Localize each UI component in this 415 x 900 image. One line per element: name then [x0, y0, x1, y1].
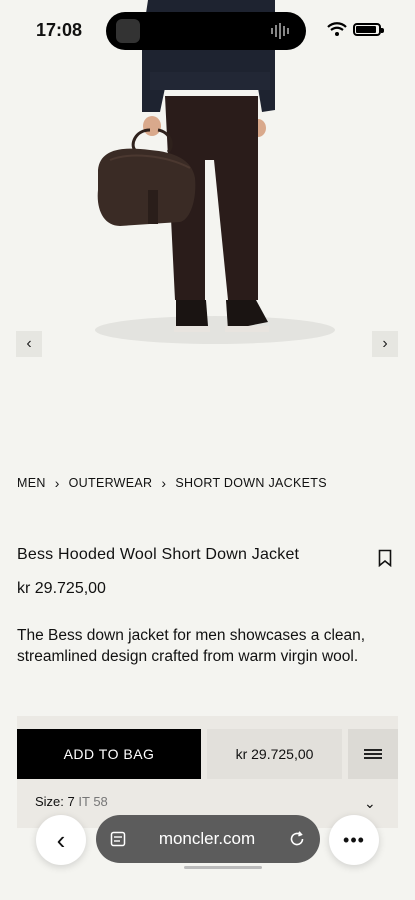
- chevron-left-icon: ‹: [26, 335, 32, 352]
- url-text[interactable]: moncler.com: [126, 829, 288, 849]
- wifi-icon: [327, 22, 347, 36]
- breadcrumb-item-short-down-jackets[interactable]: SHORT DOWN JACKETS: [175, 476, 326, 490]
- reload-icon[interactable]: [288, 830, 306, 848]
- breadcrumb-item-men[interactable]: MEN: [17, 476, 46, 490]
- tabs-icon[interactable]: [110, 831, 126, 847]
- now-playing-thumbnail: [116, 19, 140, 43]
- audio-wave-icon: [271, 23, 289, 39]
- product-image[interactable]: [0, 0, 415, 440]
- bookmark-icon[interactable]: [378, 549, 392, 567]
- chevron-right-icon: ›: [161, 475, 167, 491]
- options-menu-button[interactable]: [348, 729, 398, 779]
- carousel-prev-button[interactable]: ‹: [16, 331, 42, 357]
- browser-more-button[interactable]: •••: [329, 815, 379, 865]
- product-title: Bess Hooded Wool Short Down Jacket: [17, 546, 300, 563]
- product-description: The Bess down jacket for men showcases a…: [17, 627, 366, 665]
- chevron-right-icon: ›: [54, 475, 60, 491]
- size-label: Size:: [35, 794, 64, 809]
- dynamic-island: [106, 12, 306, 50]
- status-icons: [327, 22, 384, 36]
- chevron-right-icon: ›: [382, 335, 388, 352]
- address-bar[interactable]: moncler.com: [96, 815, 320, 863]
- add-to-bag-button[interactable]: ADD TO BAG: [17, 729, 201, 779]
- product-photo: [0, 0, 415, 440]
- size-value: 7: [67, 794, 75, 809]
- carousel-next-button[interactable]: ›: [372, 331, 398, 357]
- breadcrumb: MEN › OUTERWEAR › SHORT DOWN JACKETS: [17, 475, 327, 491]
- status-bar: 17:08: [0, 0, 415, 58]
- cta-price: kr 29.725,00: [207, 729, 342, 779]
- browser-back-button[interactable]: ‹: [36, 815, 86, 865]
- status-time: 17:08: [36, 20, 83, 40]
- hamburger-icon: [364, 747, 382, 761]
- size-it: IT 58: [78, 794, 108, 809]
- home-indicator: [184, 866, 262, 869]
- chevron-down-icon[interactable]: ⌄: [364, 795, 376, 812]
- chevron-left-icon: ‹: [56, 824, 66, 855]
- ellipsis-icon: •••: [343, 829, 365, 850]
- size-selector[interactable]: Size: 7 IT 58: [35, 794, 108, 809]
- breadcrumb-item-outerwear[interactable]: OUTERWEAR: [69, 476, 153, 490]
- product-price: kr 29.725,00: [17, 580, 106, 597]
- battery-icon: [353, 22, 384, 36]
